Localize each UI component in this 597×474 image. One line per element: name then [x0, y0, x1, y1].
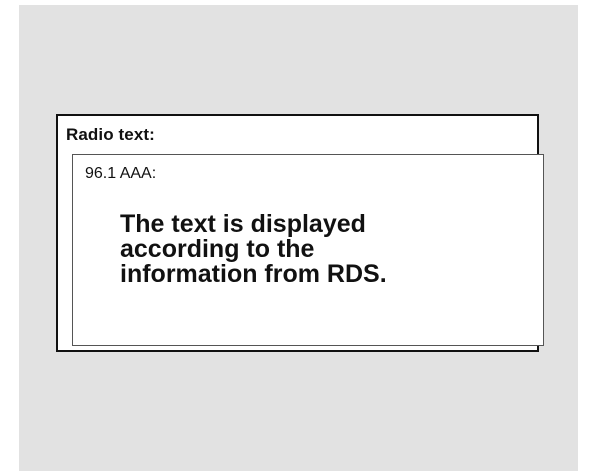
rds-message-line: according to the — [120, 235, 315, 263]
radio-text-panel: Radio text: 96.1 AAA: The text is displa… — [56, 114, 544, 352]
rds-message-line: information from RDS. — [120, 260, 387, 288]
panel-title: Radio text: — [66, 125, 155, 144]
radio-text-box: 96.1 AAA: The text is displayed accordin… — [72, 154, 544, 346]
station-label: 96.1 AAA: — [85, 165, 157, 182]
rds-message: The text is displayed according to the i… — [120, 212, 520, 287]
display-screen: Radio text: 96.1 AAA: The text is displa… — [19, 5, 578, 471]
rds-message-line: The text is displayed — [120, 210, 366, 238]
